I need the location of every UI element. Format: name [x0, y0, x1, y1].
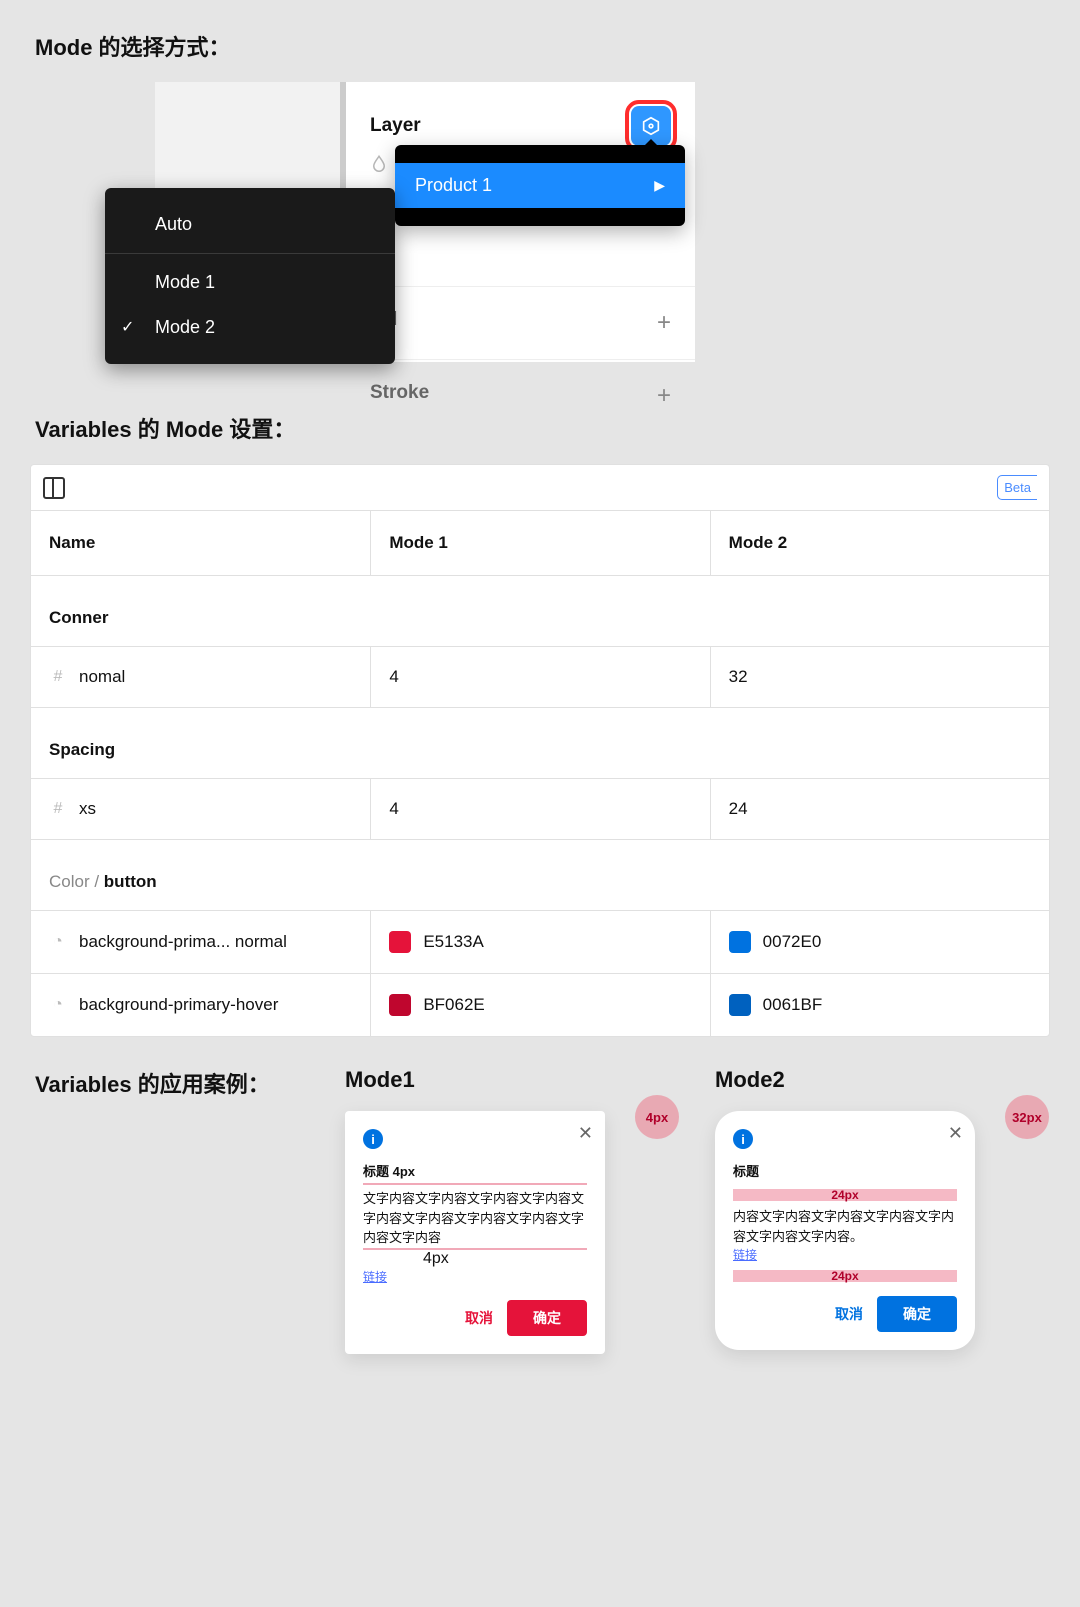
stroke-label: Stroke [370, 382, 429, 410]
table-row[interactable]: ◔background-prima... normal E5133A 0072E… [31, 911, 1049, 974]
table-row[interactable]: ◔background-primary-hover BF062E 0061BF [31, 974, 1049, 1036]
group-color-button: Color / button [31, 840, 1049, 911]
layer-label: Layer [370, 115, 421, 137]
card-body: 文字内容文字内容文字内容文字内容文字内容文字内容文字内容文字内容文字内容文字内容 [363, 1189, 587, 1248]
info-icon: i [363, 1129, 383, 1149]
plus-icon[interactable]: + [657, 309, 671, 337]
confirm-button[interactable]: 确定 [507, 1300, 587, 1336]
collection-dropdown: Product 1 ▶ [395, 145, 685, 226]
group-conner: Conner [31, 576, 1049, 647]
palette-icon: ◔ [49, 933, 67, 951]
card-link[interactable]: 链接 [733, 1248, 757, 1262]
mode-item-auto[interactable]: Auto [105, 202, 395, 247]
example-mode2: Mode2 32px ✕ i 标题 24px 内容文字内容文字内容文字内容文字内… [715, 1067, 1045, 1350]
card-title: 标题 4px [363, 1161, 587, 1185]
mode-dropdown: Auto Mode 1 ✓ Mode 2 [105, 188, 395, 364]
mode-item-mode1[interactable]: Mode 1 [105, 260, 395, 305]
col-name: Name [31, 511, 370, 576]
sidebar-toggle-icon[interactable] [43, 477, 65, 499]
example-label-mode2: Mode2 [715, 1067, 1045, 1093]
card-link[interactable]: 链接 [363, 1270, 387, 1284]
mode-picker-screenshot: Layer Fill + Stroke + Product 1 ▶ Auto M… [160, 82, 850, 382]
table-header: Name Mode 1 Mode 2 [31, 511, 1049, 576]
plus-icon[interactable]: + [657, 382, 671, 410]
number-icon: # [49, 668, 67, 686]
mode-item-mode2[interactable]: ✓ Mode 2 [105, 305, 395, 350]
chevron-right-icon: ▶ [654, 177, 665, 194]
spacing-annotation: 24px [733, 1189, 957, 1201]
variables-table: Beta Name Mode 1 Mode 2 Conner #nomal 4 … [30, 464, 1050, 1037]
table-row[interactable]: #nomal 4 32 [31, 647, 1049, 708]
example-label-mode1: Mode1 [345, 1067, 675, 1093]
check-icon: ✓ [121, 317, 134, 337]
variables-toolbar: Beta [31, 465, 1049, 511]
cancel-button[interactable]: 取消 [835, 1304, 863, 1324]
col-mode2: Mode 2 [710, 511, 1049, 576]
fill-section[interactable]: Fill + [346, 286, 695, 359]
collection-item-product1[interactable]: Product 1 ▶ [395, 163, 685, 208]
card-title: 标题 [733, 1161, 957, 1183]
col-mode1: Mode 1 [370, 511, 709, 576]
beta-badge: Beta [997, 475, 1037, 500]
dialog-card: ✕ i 标题 24px 内容文字内容文字内容文字内容文字内容文字内容文字内容。 … [715, 1111, 975, 1350]
card-body: 内容文字内容文字内容文字内容文字内容文字内容文字内容。 [733, 1207, 957, 1246]
heading-mode-select: Mode 的选择方式： [35, 30, 1080, 62]
spacing-annotation: 4px [393, 1164, 415, 1179]
spacing-annotation: 24px [733, 1270, 957, 1282]
color-swatch [729, 994, 751, 1016]
table-row[interactable]: #xs 4 24 [31, 779, 1049, 840]
cancel-button[interactable]: 取消 [465, 1308, 493, 1328]
close-icon[interactable]: ✕ [578, 1123, 593, 1144]
opacity-icon [370, 154, 388, 177]
corner-annotation: 4px [635, 1095, 679, 1139]
number-icon: # [49, 800, 67, 818]
group-spacing: Spacing [31, 708, 1049, 779]
heading-vars-examples: Variables 的应用案例： [35, 1067, 305, 1099]
close-icon[interactable]: ✕ [948, 1123, 963, 1144]
color-swatch [389, 931, 411, 953]
color-swatch [389, 994, 411, 1016]
corner-annotation: 32px [1005, 1095, 1049, 1139]
confirm-button[interactable]: 确定 [877, 1296, 957, 1332]
example-mode1: Mode1 4px ✕ i 标题 4px 文字内容文字内容文字内容文字内容文字内… [345, 1067, 675, 1354]
dialog-card: ✕ i 标题 4px 文字内容文字内容文字内容文字内容文字内容文字内容文字内容文… [345, 1111, 605, 1354]
spacing-annotation: 4px [423, 1250, 449, 1267]
palette-icon: ◔ [49, 996, 67, 1014]
color-swatch [729, 931, 751, 953]
info-icon: i [733, 1129, 753, 1149]
hexagon-icon [640, 115, 662, 137]
stroke-section[interactable]: Stroke + [346, 359, 695, 432]
